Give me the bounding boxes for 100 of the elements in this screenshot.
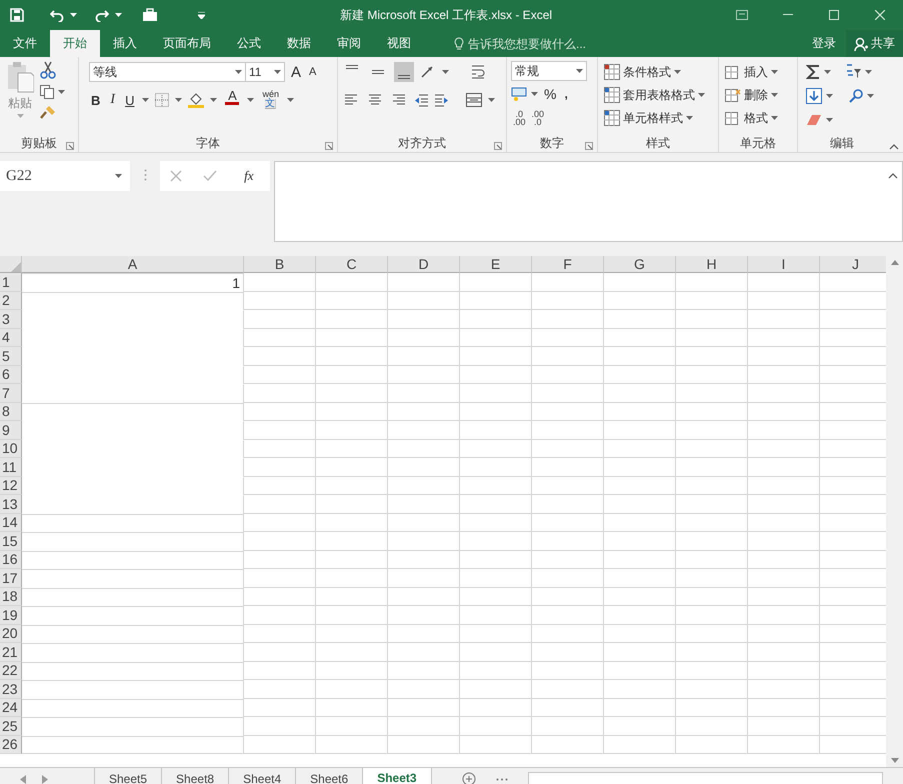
grid-cell[interactable] <box>22 680 244 698</box>
row-header[interactable]: 13 <box>0 495 22 514</box>
grid-cell[interactable] <box>388 736 460 754</box>
percent-button[interactable]: % <box>542 83 558 105</box>
grid-cell[interactable] <box>604 717 676 736</box>
grid-cell[interactable] <box>676 384 748 402</box>
grid-cell[interactable] <box>604 402 676 421</box>
grid-cell[interactable] <box>748 476 820 495</box>
grid-cell[interactable] <box>532 310 604 328</box>
grid-cell[interactable] <box>820 662 886 680</box>
grid-cell[interactable] <box>388 384 460 402</box>
row-header[interactable]: 25 <box>0 717 22 736</box>
grid-cell[interactable] <box>460 273 532 292</box>
insert-function-button[interactable]: fx <box>238 167 260 185</box>
column-header[interactable]: J <box>820 256 886 273</box>
grid-cell[interactable] <box>676 366 748 384</box>
grid-cell[interactable] <box>22 736 244 754</box>
grid-cell[interactable] <box>244 328 316 347</box>
grid-cell[interactable] <box>532 550 604 569</box>
row-header[interactable]: 19 <box>0 606 22 624</box>
grid-cell[interactable] <box>748 347 820 366</box>
grid-cell[interactable] <box>22 292 244 310</box>
grid-cell[interactable] <box>244 588 316 606</box>
sign-in-link[interactable]: 登录 <box>802 30 846 57</box>
style-menu-button[interactable]: 条件格式 <box>602 61 714 83</box>
grid-cell[interactable] <box>604 384 676 402</box>
grid-cell[interactable] <box>820 440 886 458</box>
grid-cell[interactable] <box>532 440 604 458</box>
grid-cell[interactable] <box>748 458 820 476</box>
grid-cell[interactable] <box>748 698 820 717</box>
comma-button[interactable]: , <box>562 83 570 105</box>
grid-cell[interactable] <box>22 550 244 569</box>
grid-cell[interactable] <box>748 440 820 458</box>
grid-cell[interactable] <box>388 440 460 458</box>
cells-menu-button[interactable]: 格式 <box>723 107 793 129</box>
grid-cell[interactable] <box>532 680 604 698</box>
grid-cell[interactable] <box>388 328 460 347</box>
grid-cell[interactable] <box>22 624 244 643</box>
font-name-dropdown[interactable]: 等线 <box>89 62 246 82</box>
phonetic-button[interactable]: wén 文 <box>260 89 281 111</box>
grid-cell[interactable] <box>676 347 748 366</box>
row-header[interactable]: 3 <box>0 310 22 328</box>
row-header[interactable]: 11 <box>0 458 22 476</box>
grid-cell[interactable] <box>316 476 388 495</box>
grid-cell[interactable] <box>316 736 388 754</box>
column-header[interactable]: C <box>316 256 388 273</box>
grid-cell[interactable] <box>748 366 820 384</box>
grid-cell[interactable] <box>604 606 676 624</box>
grid-cell[interactable] <box>820 698 886 717</box>
column-header[interactable]: E <box>460 256 532 273</box>
grid-cell[interactable] <box>532 698 604 717</box>
grid-cell[interactable] <box>244 736 316 754</box>
row-header[interactable]: 4 <box>0 328 22 347</box>
grid-cell[interactable] <box>244 273 316 292</box>
grid-cell[interactable] <box>22 569 244 588</box>
grid-cell[interactable] <box>676 662 748 680</box>
grid-cell[interactable] <box>388 273 460 292</box>
grid-cell[interactable] <box>532 402 604 421</box>
grid-cell[interactable] <box>532 662 604 680</box>
grid-cell[interactable] <box>388 292 460 310</box>
grid-cell[interactable] <box>748 328 820 347</box>
grid-cell[interactable] <box>460 347 532 366</box>
grid-cell[interactable] <box>460 310 532 328</box>
grid-cell[interactable] <box>460 569 532 588</box>
sheet-tab[interactable]: Sheet4 <box>229 768 296 784</box>
grid-cell[interactable] <box>316 569 388 588</box>
grid-cell[interactable] <box>22 532 244 550</box>
grid-cell[interactable] <box>316 366 388 384</box>
grid-cell[interactable] <box>388 624 460 643</box>
grid-cell[interactable] <box>604 440 676 458</box>
grid-cell[interactable] <box>244 402 316 421</box>
row-header[interactable]: 26 <box>0 736 22 754</box>
grid-cell[interactable] <box>532 643 604 662</box>
ribbon-tab[interactable]: 插入 <box>100 30 150 57</box>
grid-cell[interactable] <box>532 476 604 495</box>
ribbon-tab[interactable]: 视图 <box>374 30 424 57</box>
grid-cell[interactable] <box>676 421 748 440</box>
grid-cell[interactable] <box>604 662 676 680</box>
grid-cell[interactable] <box>676 458 748 476</box>
ribbon-tab[interactable]: 页面布局 <box>150 30 224 57</box>
grid-cell[interactable] <box>460 384 532 402</box>
grid-cell[interactable] <box>244 440 316 458</box>
name-box[interactable]: G22 <box>0 161 130 191</box>
grid-cell[interactable] <box>676 736 748 754</box>
grid-cell[interactable] <box>532 421 604 440</box>
cells-menu-button[interactable]: 删除 <box>723 84 793 106</box>
grid-cell[interactable] <box>460 624 532 643</box>
grid-cell[interactable] <box>748 273 820 292</box>
grid-cell[interactable] <box>748 514 820 532</box>
grid-cell[interactable] <box>748 495 820 514</box>
grid-cell[interactable] <box>676 476 748 495</box>
grid-cell[interactable] <box>676 588 748 606</box>
column-header[interactable]: H <box>676 256 748 273</box>
grid-cell[interactable] <box>244 717 316 736</box>
grid-cell[interactable] <box>532 328 604 347</box>
grid-cell[interactable] <box>676 680 748 698</box>
grid-cell[interactable] <box>676 402 748 421</box>
grid-cell[interactable] <box>532 532 604 550</box>
row-header[interactable]: 23 <box>0 680 22 698</box>
grid-cell[interactable] <box>388 643 460 662</box>
